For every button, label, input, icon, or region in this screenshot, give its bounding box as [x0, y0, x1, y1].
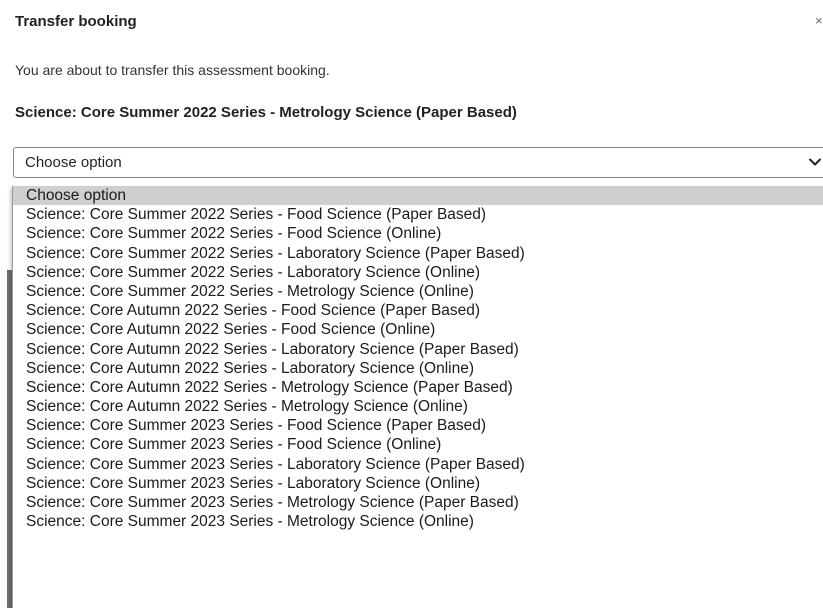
dropdown-option[interactable]: Science: Core Autumn 2022 Series - Labor… — [13, 359, 823, 378]
dialog-title: Transfer booking — [15, 13, 137, 30]
dropdown-option[interactable]: Science: Core Summer 2022 Series - Labor… — [13, 263, 823, 282]
dropdown-option[interactable]: Science: Core Summer 2022 Series - Food … — [13, 205, 823, 224]
option-placeholder[interactable]: Choose option — [13, 186, 823, 206]
dropdown-option[interactable]: Science: Core Autumn 2022 Series - Metro… — [13, 378, 823, 397]
transfer-booking-dialog: Transfer booking × You are about to tran… — [0, 0, 823, 608]
dropdown-option[interactable]: Science: Core Summer 2022 Series - Metro… — [13, 282, 823, 301]
option-dropdown-list[interactable]: Choose option Science: Core Summer 2022 S… — [12, 186, 823, 608]
dropdown-option[interactable]: Science: Core Summer 2023 Series - Food … — [13, 435, 823, 454]
dialog-message: You are about to transfer this assessmen… — [15, 62, 330, 78]
dropdown-option[interactable]: Science: Core Summer 2023 Series - Metro… — [13, 512, 823, 531]
dropdown-option[interactable]: Science: Core Autumn 2022 Series - Labor… — [13, 340, 823, 359]
current-booking-name: Science: Core Summer 2022 Series - Metro… — [15, 104, 517, 121]
dropdown-option[interactable]: Science: Core Summer 2022 Series - Labor… — [13, 244, 823, 263]
dropdown-option[interactable]: Science: Core Summer 2023 Series - Metro… — [13, 493, 823, 512]
select-current-value: Choose option — [25, 154, 122, 171]
dropdown-option[interactable]: Science: Core Summer 2022 Series - Food … — [13, 224, 823, 243]
dropdown-option[interactable]: Science: Core Summer 2023 Series - Labor… — [13, 474, 823, 493]
chevron-down-icon — [809, 158, 821, 166]
dropdown-option[interactable]: Science: Core Autumn 2022 Series - Food … — [13, 301, 823, 320]
transfer-option-select[interactable]: Choose option — [13, 147, 823, 178]
dropdown-option[interactable]: Science: Core Autumn 2022 Series - Metro… — [13, 397, 823, 416]
dropdown-option[interactable]: Science: Core Summer 2023 Series - Labor… — [13, 455, 823, 474]
dropdown-option[interactable]: Science: Core Summer 2023 Series - Food … — [13, 416, 823, 435]
dropdown-option[interactable]: Science: Core Autumn 2022 Series - Food … — [13, 320, 823, 339]
close-icon[interactable]: × — [815, 13, 823, 29]
